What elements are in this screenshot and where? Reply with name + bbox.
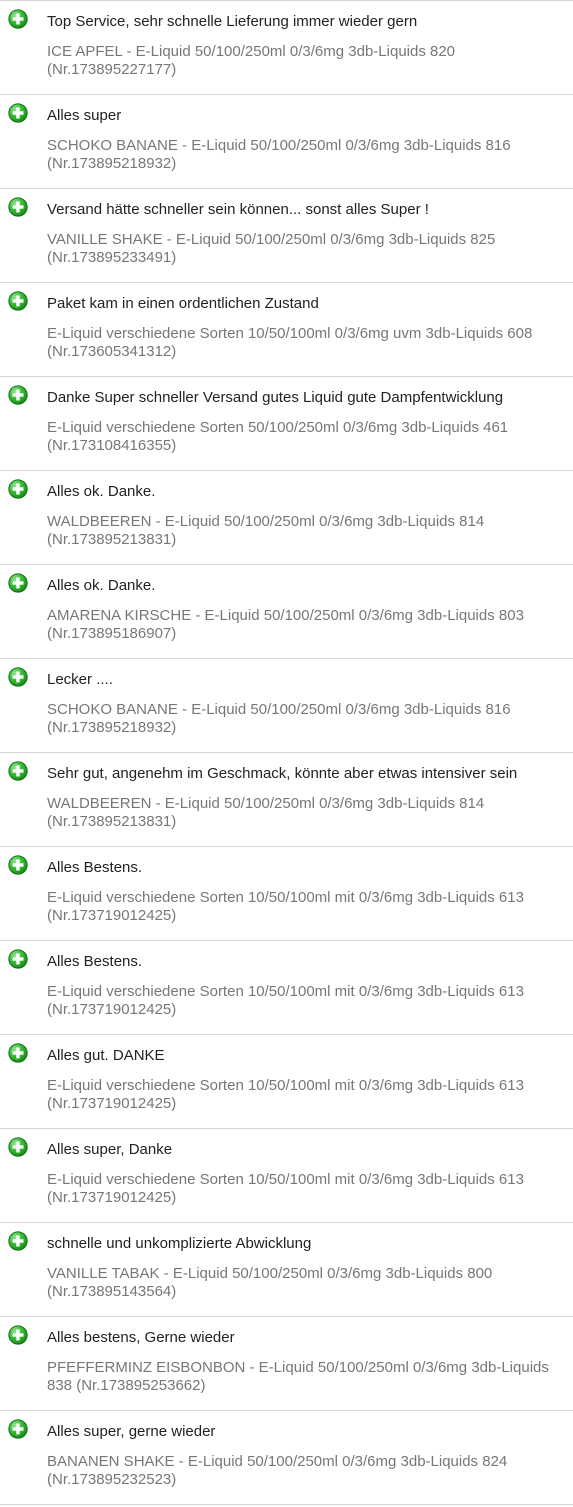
feedback-comment: schnelle und unkomplizierte Abwicklung (47, 1235, 312, 1252)
feedback-product[interactable]: E-Liquid verschiedene Sorten 10/50/100ml… (47, 1077, 559, 1113)
positive-plus-icon (8, 1419, 28, 1439)
feedback-item: Top Service, sehr schnelle Lieferung imm… (0, 1, 573, 95)
feedback-item: Danke Super schneller Versand gutes Liqu… (0, 377, 573, 471)
feedback-comment: Alles super (47, 107, 122, 124)
feedback-product[interactable]: E-Liquid verschiedene Sorten 10/50/100ml… (47, 983, 559, 1019)
feedback-product[interactable]: SCHOKO BANANE - E-Liquid 50/100/250ml 0/… (47, 137, 559, 173)
feedback-comment: Alles ok. Danke. (47, 483, 156, 500)
feedback-product[interactable]: E-Liquid verschiedene Sorten 10/50/100ml… (47, 889, 559, 925)
feedback-item: Alles ok. Danke. AMARENA KIRSCHE - E-Liqu… (0, 565, 573, 659)
positive-plus-icon (8, 1137, 28, 1157)
feedback-product[interactable]: E-Liquid verschiedene Sorten 50/100/250m… (47, 419, 559, 455)
feedback-item: Versand hätte schneller sein können... s… (0, 189, 573, 283)
positive-plus-icon (8, 479, 28, 499)
feedback-product[interactable]: PFEFFERMINZ EISBONBON - E-Liquid 50/100/… (47, 1359, 559, 1395)
feedback-comment: Sehr gut, angenehm im Geschmack, könnte … (47, 765, 518, 782)
feedback-item: Alles bestens, Gerne wieder PFEFFERMINZ E… (0, 1317, 573, 1411)
positive-plus-icon (8, 1231, 28, 1251)
feedback-product[interactable]: VANILLE SHAKE - E-Liquid 50/100/250ml 0/… (47, 231, 559, 267)
feedback-comment: Alles super, Danke (47, 1141, 173, 1158)
feedback-comment: Lecker .... (47, 671, 113, 688)
feedback-product[interactable]: VANILLE TABAK - E-Liquid 50/100/250ml 0/… (47, 1265, 559, 1301)
feedback-item: Alles super, Danke E-Liquid verschiedene … (0, 1129, 573, 1223)
feedback-item: Alles Bestens. E-Liquid verschiedene Sort… (0, 847, 573, 941)
feedback-item: schnelle und unkomplizierte Abwicklung VA… (0, 1223, 573, 1317)
feedback-product[interactable]: WALDBEEREN - E-Liquid 50/100/250ml 0/3/6… (47, 513, 559, 549)
feedback-product[interactable]: AMARENA KIRSCHE - E-Liquid 50/100/250ml … (47, 607, 559, 643)
positive-plus-icon (8, 1325, 28, 1345)
feedback-comment: Alles ok. Danke. (47, 577, 156, 594)
positive-plus-icon (8, 103, 28, 123)
feedback-comment: Alles super, gerne wieder (47, 1423, 216, 1440)
feedback-product[interactable]: BANANEN SHAKE - E-Liquid 50/100/250ml 0/… (47, 1453, 559, 1489)
positive-plus-icon (8, 291, 28, 311)
feedback-item: Sehr gut, angenehm im Geschmack, könnte … (0, 753, 573, 847)
positive-plus-icon (8, 667, 28, 687)
feedback-item: Lecker .... SCHOKO BANANE - E-Liquid 50/1… (0, 659, 573, 753)
feedback-comment: Alles Bestens. (47, 953, 143, 970)
feedback-item: Alles ok. Danke. WALDBEEREN - E-Liquid 50… (0, 471, 573, 565)
feedback-comment: Versand hätte schneller sein können... s… (47, 201, 429, 218)
feedback-comment: Alles bestens, Gerne wieder (47, 1329, 235, 1346)
positive-plus-icon (8, 761, 28, 781)
feedback-item: Alles Bestens. E-Liquid verschiedene Sort… (0, 941, 573, 1035)
feedback-list: Top Service, sehr schnelle Lieferung imm… (0, 0, 573, 1505)
feedback-comment: Paket kam in einen ordentlichen Zustand (47, 295, 319, 312)
feedback-product[interactable]: SCHOKO BANANE - E-Liquid 50/100/250ml 0/… (47, 701, 559, 737)
feedback-item: Alles super, gerne wieder BANANEN SHAKE -… (0, 1411, 573, 1505)
feedback-comment: Alles gut. DANKE (47, 1047, 165, 1064)
positive-plus-icon (8, 197, 28, 217)
feedback-item: Paket kam in einen ordentlichen Zustand E… (0, 283, 573, 377)
feedback-item: Alles super SCHOKO BANANE - E-Liquid 50/1… (0, 95, 573, 189)
positive-plus-icon (8, 855, 28, 875)
positive-plus-icon (8, 385, 28, 405)
feedback-comment: Alles Bestens. (47, 859, 143, 876)
positive-plus-icon (8, 9, 28, 29)
feedback-product[interactable]: E-Liquid verschiedene Sorten 10/50/100ml… (47, 325, 559, 361)
positive-plus-icon (8, 1043, 28, 1063)
feedback-product[interactable]: E-Liquid verschiedene Sorten 10/50/100ml… (47, 1171, 559, 1207)
feedback-comment: Top Service, sehr schnelle Lieferung imm… (47, 13, 418, 30)
positive-plus-icon (8, 949, 28, 969)
feedback-comment: Danke Super schneller Versand gutes Liqu… (47, 389, 504, 406)
feedback-product[interactable]: WALDBEEREN - E-Liquid 50/100/250ml 0/3/6… (47, 795, 559, 831)
positive-plus-icon (8, 573, 28, 593)
feedback-item: Alles gut. DANKE E-Liquid verschiedene So… (0, 1035, 573, 1129)
feedback-product[interactable]: ICE APFEL - E-Liquid 50/100/250ml 0/3/6m… (47, 43, 559, 79)
